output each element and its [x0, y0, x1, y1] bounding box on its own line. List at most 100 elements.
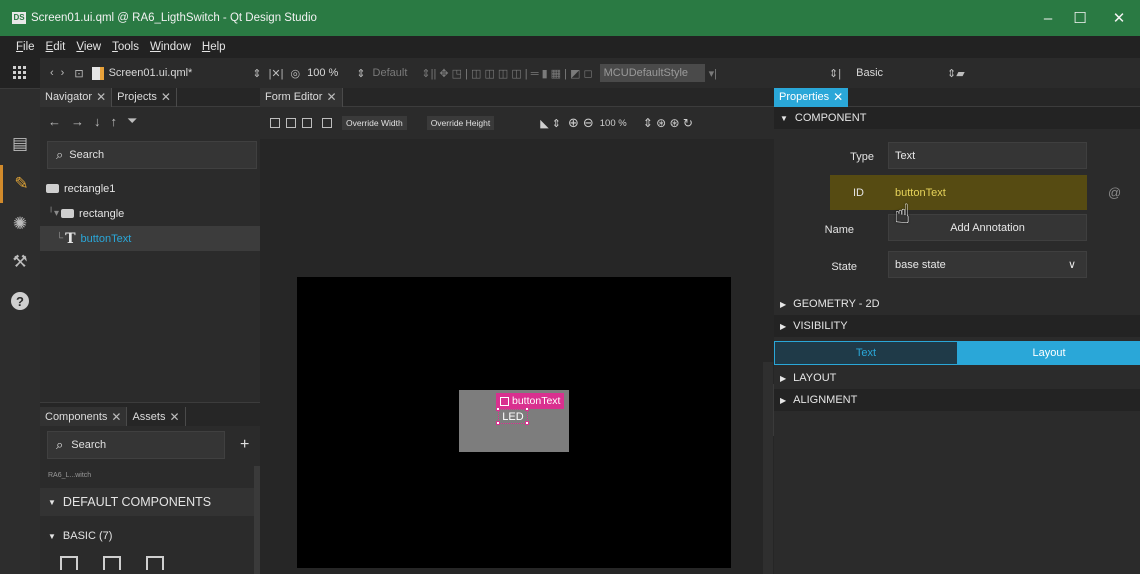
tab-projects[interactable]: Projects ✕ — [112, 87, 177, 107]
zoom-fit-icon[interactable]: ◎ — [291, 67, 301, 80]
resize-handle[interactable] — [496, 407, 500, 411]
tab-components[interactable]: Components ✕ — [40, 407, 128, 426]
component-icon[interactable] — [60, 556, 78, 570]
tree-item-buttontext[interactable]: └ T buttonText — [40, 226, 260, 251]
section-default-components[interactable]: ▼ DEFAULT COMPONENTS — [40, 488, 255, 516]
components-search-input[interactable]: ⌕ Search — [47, 431, 225, 459]
tab-assets[interactable]: Assets ✕ — [127, 407, 186, 426]
move-up-icon[interactable]: ↑ — [111, 114, 118, 129]
maximize-button[interactable]: ☐ — [1058, 0, 1102, 36]
move-left-icon[interactable]: ← — [48, 114, 61, 129]
navigator-search-input[interactable]: ⌕ Search — [47, 141, 257, 169]
qml-file-icon — [91, 66, 104, 80]
component-icon[interactable] — [146, 556, 164, 570]
override-width-field[interactable]: Override Width — [342, 116, 407, 130]
tree-item-rectangle1[interactable]: rectangle1 — [40, 176, 260, 201]
component-icon[interactable] — [103, 556, 121, 570]
snap-icon[interactable] — [270, 118, 280, 128]
section-visibility[interactable]: ▶ VISIBILITY — [774, 315, 1140, 337]
close-doc-icon[interactable]: |✕| — [269, 67, 284, 80]
add-annotation-label: Add Annotation — [950, 221, 1025, 234]
design-canvas[interactable]: buttonText LED — [297, 277, 731, 568]
help-icon[interactable]: ? — [0, 282, 40, 320]
snap-anchor-icon[interactable] — [286, 118, 296, 128]
tab-form-editor[interactable]: Form Editor ✕ — [260, 87, 343, 107]
apps-grid-icon[interactable] — [0, 58, 40, 88]
color-picker-icon[interactable]: ◣ ⇕ — [540, 117, 561, 130]
preset-stepper-icon[interactable]: ⇕| — [829, 67, 841, 80]
close-tab-icon[interactable]: ✕ — [111, 410, 121, 424]
style-select[interactable]: MCUDefaultStyle — [599, 64, 705, 82]
menu-window[interactable]: Window — [150, 41, 191, 53]
id-field[interactable]: buttonText — [888, 179, 1087, 206]
state-value: base state — [895, 258, 946, 271]
led-text-item[interactable]: LED — [498, 409, 528, 424]
zoom-out-icon[interactable]: ⊖ — [583, 115, 594, 131]
section-layout[interactable]: ▶ LAYOUT — [774, 367, 1140, 389]
projects-wrench-icon[interactable]: ⚒ — [0, 243, 40, 281]
zoom-in-icon[interactable]: ⊕ — [568, 115, 579, 131]
close-tab-icon[interactable]: ✕ — [169, 410, 179, 424]
back-icon[interactable]: ‹ — [50, 67, 54, 79]
type-field[interactable]: Text — [888, 142, 1087, 169]
move-right-icon[interactable]: → — [71, 114, 84, 129]
zoom-tools-icon[interactable]: ⇕ ⊛ ⊛ ↻ — [643, 116, 693, 130]
forward-icon[interactable]: › — [61, 67, 65, 79]
open-file-name[interactable]: Screen01.ui.qml* — [109, 67, 193, 79]
resize-handle[interactable] — [496, 421, 500, 425]
app-icon: DS — [12, 12, 26, 24]
properties-subtabs: Text Layout — [774, 341, 1140, 365]
subtab-text[interactable]: Text — [774, 341, 958, 365]
menu-help[interactable]: Help — [202, 41, 226, 53]
subtab-layout[interactable]: Layout — [958, 341, 1140, 365]
close-tab-icon[interactable]: ✕ — [161, 90, 171, 104]
tree-label: buttonText — [80, 232, 132, 245]
add-annotation-button[interactable]: Add Annotation — [888, 214, 1087, 241]
section-component[interactable]: ▼ COMPONENT — [774, 107, 1140, 129]
show-bounds-icon[interactable] — [322, 118, 332, 128]
lock-icon[interactable]: ⊡ — [74, 67, 83, 80]
debug-bug-icon[interactable]: ✺ — [0, 205, 40, 243]
form-editor-scrollbar[interactable] — [763, 362, 773, 574]
move-down-icon[interactable]: ↓ — [94, 114, 101, 129]
close-tab-icon[interactable]: ✕ — [96, 90, 106, 104]
comment-icon[interactable]: ⇕▰ — [947, 67, 965, 80]
collapse-arrow-icon: ▼ — [780, 113, 788, 123]
menu-edit[interactable]: Edit — [46, 41, 66, 53]
menu-view[interactable]: View — [76, 41, 101, 53]
welcome-mode-icon[interactable]: ▤ — [0, 125, 40, 163]
tree-expand-icon[interactable]: ╵▾ — [48, 208, 59, 219]
form-zoom-level[interactable]: 100 % — [600, 118, 627, 129]
section-geometry[interactable]: ▶ GEOMETRY - 2D — [774, 293, 1140, 315]
preset-select[interactable]: Basic — [856, 67, 883, 79]
menu-file[interactable]: File — [16, 41, 35, 53]
state-stepper-icon[interactable]: ⇕ — [356, 67, 365, 80]
section-basic[interactable]: ▼ BASIC (7) — [40, 522, 255, 550]
close-tab-icon[interactable]: ✕ — [833, 90, 843, 104]
tab-properties[interactable]: Properties ✕ — [774, 87, 849, 107]
alias-export-icon[interactable]: @ — [1108, 185, 1121, 200]
state-select[interactable]: Default — [373, 67, 408, 79]
add-module-button[interactable]: + — [240, 436, 249, 454]
id-value: buttonText — [895, 186, 946, 199]
resize-handle[interactable] — [525, 421, 529, 425]
snap-margins-icon[interactable] — [302, 118, 312, 128]
style-dropdown-icon[interactable]: ▾| — [709, 67, 717, 80]
rectangle-item[interactable]: buttonText LED — [459, 390, 569, 452]
menu-tools[interactable]: Tools — [112, 41, 139, 53]
state-select[interactable]: base state ∨ — [888, 251, 1087, 278]
close-tab-icon[interactable]: ✕ — [326, 90, 336, 104]
section-label: COMPONENT — [794, 112, 867, 124]
search-icon: ⌕ — [56, 147, 64, 162]
resize-handle[interactable] — [525, 407, 529, 411]
toolbar-zoom[interactable]: 100 % — [307, 67, 338, 79]
override-height-field[interactable]: Override Height — [426, 116, 495, 130]
section-alignment[interactable]: ▶ ALIGNMENT — [774, 389, 1140, 411]
stepper-icon[interactable]: ⇕ — [252, 67, 261, 80]
toolbar-tools-icon[interactable]: ⇕|| ✥ ◳ | ◫ ◫ ◫ ◫ | ═ ▮ ▦ | ◩ ◻ — [421, 67, 592, 80]
close-button[interactable]: ✕ — [1097, 0, 1140, 36]
tree-item-rectangle[interactable]: ╵▾ rectangle — [40, 201, 260, 226]
filter-icon[interactable]: ⏷ — [127, 113, 137, 129]
tab-navigator[interactable]: Navigator ✕ — [40, 87, 113, 107]
design-mode-pencil-icon[interactable]: ✎ — [0, 165, 40, 203]
